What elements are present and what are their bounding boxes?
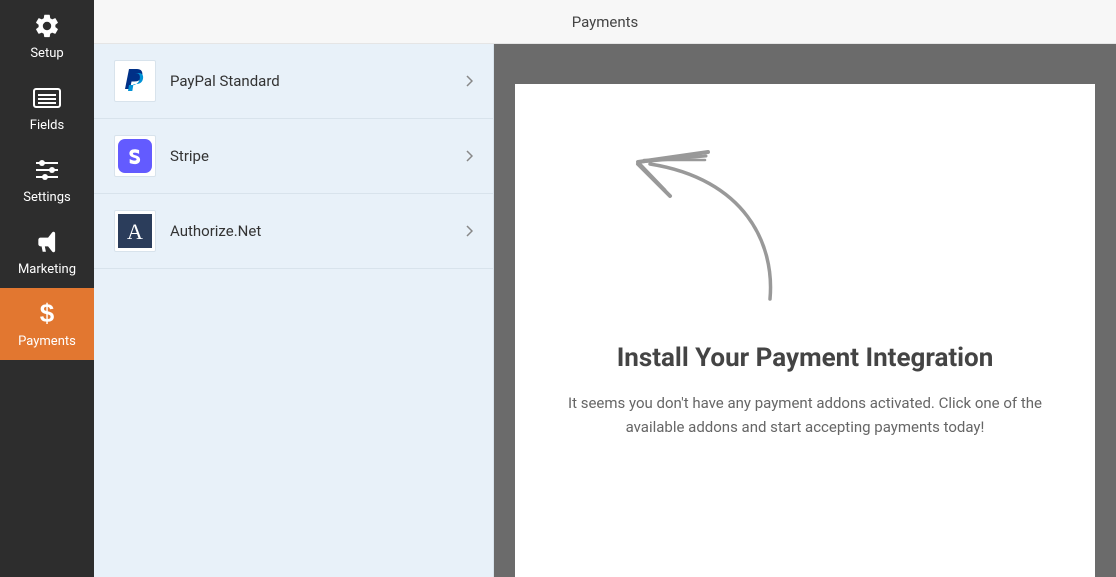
provider-list: PayPal Standard Stripe [94,44,494,577]
dollar-icon: $ [39,300,55,328]
sidebar-label-marketing: Marketing [18,262,76,277]
header: Payments [94,0,1116,44]
svg-text:$: $ [40,300,55,328]
provider-item-paypal[interactable]: PayPal Standard [94,44,493,119]
sidebar-item-payments[interactable]: $ Payments [0,288,94,360]
paypal-logo-icon [114,60,156,102]
empty-heading: Install Your Payment Integration [617,343,994,373]
provider-name-paypal: PayPal Standard [170,72,451,90]
sidebar-item-marketing[interactable]: Marketing [0,216,94,288]
chevron-right-icon [465,72,473,91]
empty-state-card: Install Your Payment Integration It seem… [515,84,1095,577]
provider-name-authorizenet: Authorize.Net [170,222,451,240]
app-root: Setup Fields Settings Marketing $ Paymen… [0,0,1116,577]
provider-name-stripe: Stripe [170,147,451,165]
preview-panel: Install Your Payment Integration It seem… [494,44,1116,577]
empty-description: It seems you don't have any payment addo… [555,391,1055,439]
sliders-icon [34,156,60,184]
sidebar-item-settings[interactable]: Settings [0,144,94,216]
chevron-right-icon [465,222,473,241]
bullhorn-icon [34,228,60,256]
chevron-right-icon [465,147,473,166]
stripe-logo-icon [114,135,156,177]
svg-text:A: A [127,219,143,244]
sidebar-label-setup: Setup [30,46,63,61]
page-title: Payments [572,13,639,31]
sidebar-label-settings: Settings [23,190,70,205]
provider-item-stripe[interactable]: Stripe [94,119,493,194]
main: Payments PayPal Standard [94,0,1116,577]
sidebar-label-fields: Fields [30,118,64,133]
provider-item-authorizenet[interactable]: A Authorize.Net [94,194,493,269]
list-icon [32,84,62,112]
sidebar-item-setup[interactable]: Setup [0,0,94,72]
arrow-illustration-icon [590,134,820,308]
gear-icon [33,12,61,40]
content: PayPal Standard Stripe [94,44,1116,577]
sidebar-item-fields[interactable]: Fields [0,72,94,144]
sidebar-label-payments: Payments [18,334,76,349]
authorizenet-logo-icon: A [114,210,156,252]
sidebar: Setup Fields Settings Marketing $ Paymen… [0,0,94,577]
